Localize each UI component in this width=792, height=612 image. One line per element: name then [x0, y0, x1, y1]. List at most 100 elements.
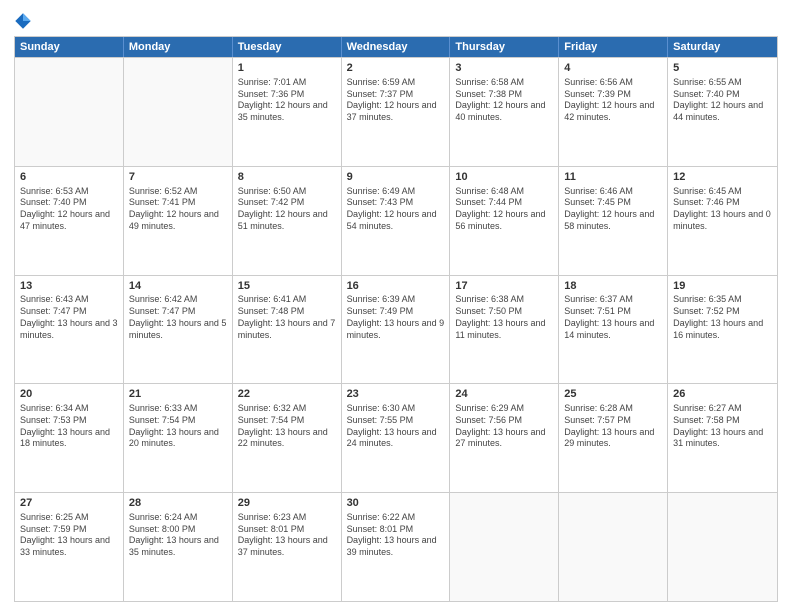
calendar-cell: 10Sunrise: 6:48 AM Sunset: 7:44 PM Dayli… — [450, 167, 559, 275]
calendar-cell: 6Sunrise: 6:53 AM Sunset: 7:40 PM Daylig… — [15, 167, 124, 275]
header-day-wednesday: Wednesday — [342, 37, 451, 57]
calendar: SundayMondayTuesdayWednesdayThursdayFrid… — [14, 36, 778, 602]
day-info: Sunrise: 6:22 AM Sunset: 8:01 PM Dayligh… — [347, 512, 445, 559]
day-info: Sunrise: 6:25 AM Sunset: 7:59 PM Dayligh… — [20, 512, 118, 559]
day-info: Sunrise: 6:30 AM Sunset: 7:55 PM Dayligh… — [347, 403, 445, 450]
calendar-cell: 20Sunrise: 6:34 AM Sunset: 7:53 PM Dayli… — [15, 384, 124, 492]
day-number: 5 — [673, 61, 772, 76]
day-info: Sunrise: 6:52 AM Sunset: 7:41 PM Dayligh… — [129, 186, 227, 233]
calendar-cell: 22Sunrise: 6:32 AM Sunset: 7:54 PM Dayli… — [233, 384, 342, 492]
day-info: Sunrise: 6:24 AM Sunset: 8:00 PM Dayligh… — [129, 512, 227, 559]
calendar-cell: 30Sunrise: 6:22 AM Sunset: 8:01 PM Dayli… — [342, 493, 451, 601]
header-day-monday: Monday — [124, 37, 233, 57]
logo — [14, 10, 34, 32]
calendar-cell — [668, 493, 777, 601]
day-number: 30 — [347, 496, 445, 511]
header-day-friday: Friday — [559, 37, 668, 57]
day-number: 2 — [347, 61, 445, 76]
calendar-cell — [15, 58, 124, 166]
day-number: 6 — [20, 170, 118, 185]
calendar-cell: 7Sunrise: 6:52 AM Sunset: 7:41 PM Daylig… — [124, 167, 233, 275]
day-info: Sunrise: 6:50 AM Sunset: 7:42 PM Dayligh… — [238, 186, 336, 233]
day-number: 22 — [238, 387, 336, 402]
calendar-cell: 26Sunrise: 6:27 AM Sunset: 7:58 PM Dayli… — [668, 384, 777, 492]
day-number: 3 — [455, 61, 553, 76]
day-info: Sunrise: 6:43 AM Sunset: 7:47 PM Dayligh… — [20, 294, 118, 341]
header-day-thursday: Thursday — [450, 37, 559, 57]
calendar-cell: 18Sunrise: 6:37 AM Sunset: 7:51 PM Dayli… — [559, 276, 668, 384]
day-info: Sunrise: 6:34 AM Sunset: 7:53 PM Dayligh… — [20, 403, 118, 450]
day-info: Sunrise: 6:48 AM Sunset: 7:44 PM Dayligh… — [455, 186, 553, 233]
calendar-cell: 29Sunrise: 6:23 AM Sunset: 8:01 PM Dayli… — [233, 493, 342, 601]
day-info: Sunrise: 6:59 AM Sunset: 7:37 PM Dayligh… — [347, 77, 445, 124]
day-info: Sunrise: 6:46 AM Sunset: 7:45 PM Dayligh… — [564, 186, 662, 233]
calendar-cell: 28Sunrise: 6:24 AM Sunset: 8:00 PM Dayli… — [124, 493, 233, 601]
calendar-cell: 2Sunrise: 6:59 AM Sunset: 7:37 PM Daylig… — [342, 58, 451, 166]
day-number: 9 — [347, 170, 445, 185]
header-day-tuesday: Tuesday — [233, 37, 342, 57]
calendar-cell: 14Sunrise: 6:42 AM Sunset: 7:47 PM Dayli… — [124, 276, 233, 384]
calendar-cell: 12Sunrise: 6:45 AM Sunset: 7:46 PM Dayli… — [668, 167, 777, 275]
day-number: 1 — [238, 61, 336, 76]
day-info: Sunrise: 6:58 AM Sunset: 7:38 PM Dayligh… — [455, 77, 553, 124]
calendar-cell: 11Sunrise: 6:46 AM Sunset: 7:45 PM Dayli… — [559, 167, 668, 275]
calendar-cell: 21Sunrise: 6:33 AM Sunset: 7:54 PM Dayli… — [124, 384, 233, 492]
day-number: 24 — [455, 387, 553, 402]
day-number: 28 — [129, 496, 227, 511]
day-info: Sunrise: 6:27 AM Sunset: 7:58 PM Dayligh… — [673, 403, 772, 450]
day-number: 8 — [238, 170, 336, 185]
calendar-cell: 27Sunrise: 6:25 AM Sunset: 7:59 PM Dayli… — [15, 493, 124, 601]
calendar-row-0: 1Sunrise: 7:01 AM Sunset: 7:36 PM Daylig… — [15, 57, 777, 166]
calendar-cell: 9Sunrise: 6:49 AM Sunset: 7:43 PM Daylig… — [342, 167, 451, 275]
calendar-row-3: 20Sunrise: 6:34 AM Sunset: 7:53 PM Dayli… — [15, 383, 777, 492]
day-number: 25 — [564, 387, 662, 402]
calendar-cell — [450, 493, 559, 601]
calendar-row-1: 6Sunrise: 6:53 AM Sunset: 7:40 PM Daylig… — [15, 166, 777, 275]
day-number: 13 — [20, 279, 118, 294]
day-info: Sunrise: 6:38 AM Sunset: 7:50 PM Dayligh… — [455, 294, 553, 341]
day-info: Sunrise: 6:35 AM Sunset: 7:52 PM Dayligh… — [673, 294, 772, 341]
logo-icon — [14, 10, 32, 32]
calendar-cell — [124, 58, 233, 166]
calendar-row-2: 13Sunrise: 6:43 AM Sunset: 7:47 PM Dayli… — [15, 275, 777, 384]
day-info: Sunrise: 6:41 AM Sunset: 7:48 PM Dayligh… — [238, 294, 336, 341]
calendar-cell: 25Sunrise: 6:28 AM Sunset: 7:57 PM Dayli… — [559, 384, 668, 492]
day-number: 12 — [673, 170, 772, 185]
page: SundayMondayTuesdayWednesdayThursdayFrid… — [0, 0, 792, 612]
day-number: 27 — [20, 496, 118, 511]
calendar-row-4: 27Sunrise: 6:25 AM Sunset: 7:59 PM Dayli… — [15, 492, 777, 601]
day-number: 20 — [20, 387, 118, 402]
day-number: 19 — [673, 279, 772, 294]
day-number: 10 — [455, 170, 553, 185]
calendar-body: 1Sunrise: 7:01 AM Sunset: 7:36 PM Daylig… — [15, 57, 777, 601]
day-number: 4 — [564, 61, 662, 76]
header — [14, 10, 778, 32]
day-info: Sunrise: 6:37 AM Sunset: 7:51 PM Dayligh… — [564, 294, 662, 341]
header-day-sunday: Sunday — [15, 37, 124, 57]
day-number: 26 — [673, 387, 772, 402]
calendar-cell: 13Sunrise: 6:43 AM Sunset: 7:47 PM Dayli… — [15, 276, 124, 384]
day-info: Sunrise: 6:56 AM Sunset: 7:39 PM Dayligh… — [564, 77, 662, 124]
day-info: Sunrise: 6:33 AM Sunset: 7:54 PM Dayligh… — [129, 403, 227, 450]
calendar-cell: 5Sunrise: 6:55 AM Sunset: 7:40 PM Daylig… — [668, 58, 777, 166]
calendar-cell: 17Sunrise: 6:38 AM Sunset: 7:50 PM Dayli… — [450, 276, 559, 384]
day-number: 21 — [129, 387, 227, 402]
calendar-cell: 4Sunrise: 6:56 AM Sunset: 7:39 PM Daylig… — [559, 58, 668, 166]
calendar-header: SundayMondayTuesdayWednesdayThursdayFrid… — [15, 37, 777, 57]
day-number: 18 — [564, 279, 662, 294]
day-info: Sunrise: 6:32 AM Sunset: 7:54 PM Dayligh… — [238, 403, 336, 450]
day-number: 16 — [347, 279, 445, 294]
day-number: 17 — [455, 279, 553, 294]
day-info: Sunrise: 6:55 AM Sunset: 7:40 PM Dayligh… — [673, 77, 772, 124]
day-info: Sunrise: 6:29 AM Sunset: 7:56 PM Dayligh… — [455, 403, 553, 450]
calendar-cell: 1Sunrise: 7:01 AM Sunset: 7:36 PM Daylig… — [233, 58, 342, 166]
day-number: 15 — [238, 279, 336, 294]
calendar-cell: 15Sunrise: 6:41 AM Sunset: 7:48 PM Dayli… — [233, 276, 342, 384]
day-info: Sunrise: 6:28 AM Sunset: 7:57 PM Dayligh… — [564, 403, 662, 450]
day-info: Sunrise: 6:23 AM Sunset: 8:01 PM Dayligh… — [238, 512, 336, 559]
calendar-cell: 19Sunrise: 6:35 AM Sunset: 7:52 PM Dayli… — [668, 276, 777, 384]
day-info: Sunrise: 6:45 AM Sunset: 7:46 PM Dayligh… — [673, 186, 772, 233]
day-number: 14 — [129, 279, 227, 294]
header-day-saturday: Saturday — [668, 37, 777, 57]
day-number: 23 — [347, 387, 445, 402]
